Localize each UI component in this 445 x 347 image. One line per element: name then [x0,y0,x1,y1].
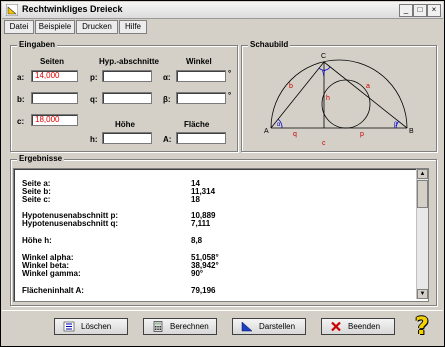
hoehe-heading: Höhe [115,120,135,129]
vertex-A-label: A [264,128,269,135]
seiten-heading: Seiten [40,57,65,66]
vertex-B-label: B [409,128,414,135]
h-input[interactable] [102,132,152,144]
label-b: b: [17,95,25,104]
degree-beta: ° [228,91,232,100]
label-a: a: [17,73,25,82]
side-b-input[interactable] [31,92,78,104]
q-input[interactable] [102,92,152,104]
alpha-input[interactable] [176,70,226,82]
flaeche-heading: Fläche [184,120,210,129]
result-label: Hypotenusenabschnitt q: [22,219,119,228]
triangle-diagram: A B C b a h q p c α β γ [264,53,414,147]
scroll-up-button[interactable]: ▲ [417,169,428,179]
label-A: A: [163,135,172,144]
results-textbox[interactable]: Seite a: 14 Seite b: 11,314 Seite c: 18 … [13,168,429,302]
help-button[interactable]: ? [414,312,438,340]
scroll-down-button[interactable]: ▼ [417,289,428,299]
app-window: Rechtwinkliges Dreieck _ □ × Datei Beisp… [0,0,445,347]
p-input[interactable] [102,70,152,82]
eingaben-title: Eingaben [17,40,58,49]
window-title: Rechtwinkliges Dreieck [22,4,123,14]
menu-drucken[interactable]: Drucken [76,20,118,34]
triangle-draw-icon [241,321,253,332]
loeschen-label: Löschen [81,322,112,331]
side-a-label: a [366,83,370,90]
berechnen-button[interactable]: Berechnen [143,318,217,335]
label-h: h: [90,135,98,144]
gamma-label: γ [322,70,325,76]
area-input[interactable] [176,132,226,144]
label-beta: β: [163,95,171,104]
berechnen-label: Berechnen [170,322,209,331]
result-value: 7,111 [191,219,211,228]
result-value: 79,196 [191,286,216,295]
darstellen-label: Darstellen [259,322,296,331]
winkel-heading: Winkel [186,57,212,66]
ergebnisse-title: Ergebnisse [17,154,65,163]
result-label: Winkel gamma: [22,269,81,278]
vertex-C-label: C [321,53,326,60]
close-icon: × [431,5,437,14]
degree-alpha: ° [228,69,232,78]
segment-p-label: p [360,131,364,138]
side-c-input[interactable] [31,114,78,126]
beenden-label: Beenden [348,322,381,331]
label-p: p: [90,73,98,82]
maximize-icon: □ [417,5,423,14]
minimize-button[interactable]: _ [399,4,413,17]
darstellen-button[interactable]: Darstellen [232,318,306,335]
segment-q-label: q [293,131,297,138]
scroll-down-icon: ▼ [419,291,426,297]
label-q: q: [90,95,98,104]
side-b-label: b [289,83,293,90]
alpha-label: α [277,122,281,128]
triangle-app-icon [6,4,18,16]
hyp-heading: Hyp.-abschnitte [99,57,160,66]
clear-arrows-icon [63,321,75,332]
result-label: Flächeninhalt A: [22,286,84,295]
menu-hilfe[interactable]: Hilfe [119,20,147,34]
menu-beispiele[interactable]: Beispiele [35,20,75,34]
thales-semicircle [270,59,408,129]
title-bar[interactable]: Rechtwinkliges Dreieck _ □ × [2,2,443,19]
side-a-input[interactable] [31,70,78,82]
height-h-label: h [326,95,330,102]
result-value: 18 [191,195,200,204]
close-button[interactable]: × [427,4,441,17]
help-question-icon: ? [415,312,429,340]
beta-input[interactable] [176,92,226,104]
label-c: c: [17,117,25,126]
menu-datei[interactable]: Datei [4,20,34,34]
label-alpha: α: [163,73,171,82]
result-value: 90° [191,269,204,278]
scroll-thumb[interactable] [417,180,428,208]
results-scrollbar[interactable]: ▲ ▼ [416,169,428,299]
beenden-button[interactable]: Beenden [321,318,395,335]
minimize-icon: _ [403,5,409,14]
beta-label: β [394,122,398,128]
result-label: Höhe h: [22,236,52,245]
incircle [321,79,371,129]
result-value: 8,8 [191,236,203,245]
loeschen-button[interactable]: Löschen [54,318,128,335]
calculator-icon [153,321,163,332]
result-label: Seite c: [22,195,51,204]
side-c-label: c [322,140,326,147]
exit-x-icon [331,321,341,332]
scroll-up-icon: ▲ [419,171,426,177]
maximize-button[interactable]: □ [413,4,427,17]
